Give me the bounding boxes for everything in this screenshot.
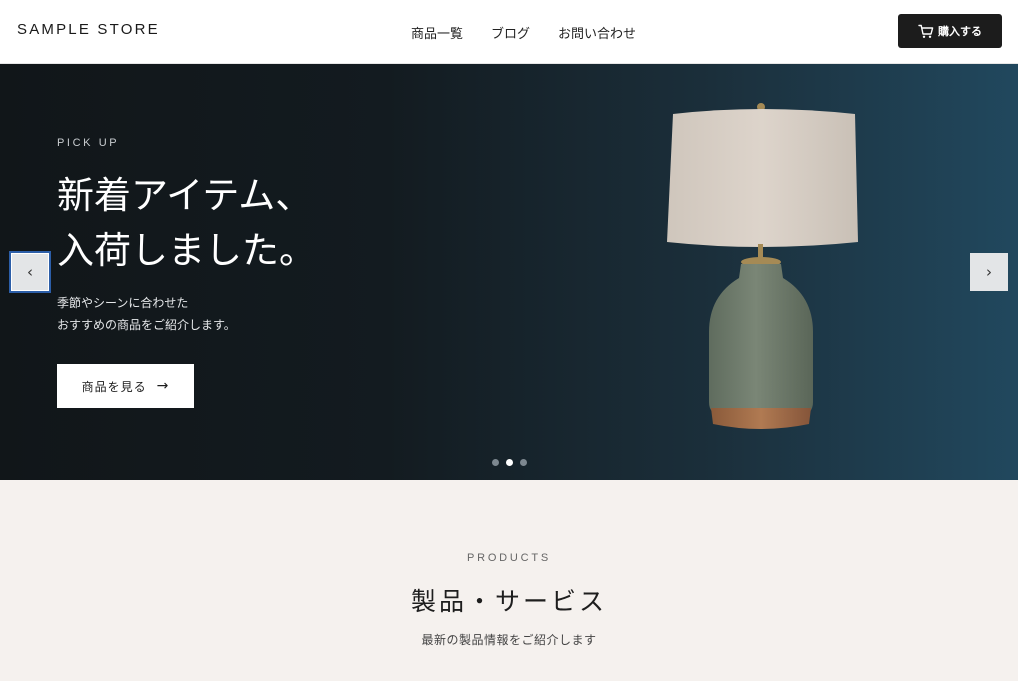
carousel-prev-button[interactable]: ‹ (9, 251, 51, 293)
site-logo[interactable]: SAMPLE STORE (17, 21, 160, 38)
arrow-right-icon: → (156, 378, 170, 394)
hero-description: 季節やシーンに合わせた おすすめの商品をご紹介します。 (57, 292, 236, 336)
products-section: PRODUCTS 製品・サービス 最新の製品情報をご紹介します (0, 480, 1018, 681)
cart-icon (918, 24, 934, 39)
hero-title-line: 新着アイテム、 (57, 174, 313, 217)
buy-button[interactable]: 購入する (898, 14, 1002, 48)
chevron-right-icon: › (986, 263, 992, 281)
lamp-image (655, 102, 875, 446)
hero-description-line: 季節やシーンに合わせた (57, 296, 189, 310)
products-subtitle: 最新の製品情報をご紹介します (421, 633, 597, 647)
hero-eyebrow: PICK UP (57, 137, 120, 149)
carousel-dot[interactable] (492, 459, 499, 466)
view-products-button[interactable]: 商品を見る → (57, 364, 194, 408)
main-nav: 商品一覧 ブログ お問い合わせ (411, 23, 636, 42)
site-header: SAMPLE STORE 商品一覧 ブログ お問い合わせ 購入する (0, 0, 1018, 64)
carousel-dot-active[interactable] (506, 459, 513, 466)
chevron-left-icon: ‹ (27, 263, 33, 281)
hero-title: 新着アイテム、 入荷しました。 (57, 168, 316, 278)
products-eyebrow: PRODUCTS (466, 552, 552, 564)
products-title: 製品・サービス (410, 587, 607, 616)
buy-button-label: 購入する (938, 25, 982, 38)
hero-description-line: おすすめの商品をご紹介します。 (57, 318, 236, 332)
view-products-label: 商品を見る (81, 379, 147, 394)
carousel-dots (492, 459, 527, 466)
hero-title-line: 入荷しました。 (57, 229, 316, 272)
nav-link-blog[interactable]: ブログ (491, 23, 530, 42)
nav-link-contact[interactable]: お問い合わせ (558, 23, 636, 42)
hero-carousel: PICK UP 新着アイテム、 入荷しました。 季節やシーンに合わせた おすすめ… (0, 64, 1018, 480)
nav-link-products[interactable]: 商品一覧 (411, 23, 463, 42)
carousel-next-button[interactable]: › (970, 253, 1008, 291)
carousel-dot[interactable] (520, 459, 527, 466)
